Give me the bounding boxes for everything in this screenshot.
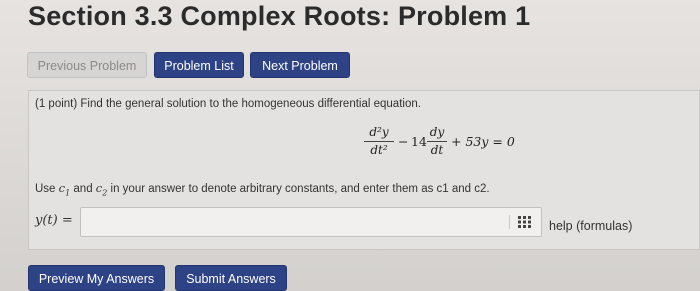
constant-c1: c1 bbox=[59, 181, 71, 197]
instructions-and: and bbox=[70, 183, 96, 195]
fraction-denominator: dt² bbox=[364, 141, 394, 158]
previous-problem-button: Previous Problem bbox=[27, 52, 147, 78]
page-title: Section 3.3 Complex Roots: Problem 1 bbox=[28, 1, 531, 31]
problem-list-button[interactable]: Problem List bbox=[154, 52, 244, 78]
answer-instructions: Use c1 and c2 in your answer to denote a… bbox=[35, 181, 490, 197]
answer-label: y(t) = bbox=[35, 213, 73, 228]
second-derivative-fraction: d²y dt² bbox=[364, 124, 394, 158]
equation-minus: − bbox=[398, 134, 409, 149]
page: Section 3.3 Complex Roots: Problem 1 Pre… bbox=[0, 0, 700, 291]
fraction-denominator: dt bbox=[427, 141, 447, 158]
preview-answers-button[interactable]: Preview My Answers bbox=[28, 265, 165, 291]
answer-input[interactable] bbox=[80, 207, 542, 237]
instructions-pre: Use bbox=[35, 183, 59, 195]
help-formulas-link[interactable]: help (formulas) bbox=[549, 219, 632, 233]
next-problem-button[interactable]: Next Problem bbox=[250, 52, 350, 78]
differential-equation: d²y dt² − 14 dy dt + 53y = 0 bbox=[360, 122, 530, 166]
submit-answers-button[interactable]: Submit Answers bbox=[175, 265, 287, 291]
fraction-numerator: dy bbox=[429, 125, 445, 139]
constant-c2: c2 bbox=[96, 181, 108, 197]
equation-coefficient: 14 bbox=[411, 134, 427, 149]
equation-remainder: + 53y = 0 bbox=[451, 134, 515, 149]
first-derivative-fraction: dy dt bbox=[427, 124, 447, 158]
keypad-grid-icon[interactable] bbox=[509, 215, 539, 229]
fraction-numerator: d²y bbox=[369, 125, 389, 139]
instructions-post: in your answer to denote arbitrary const… bbox=[107, 183, 490, 195]
problem-statement: (1 point) Find the general solution to t… bbox=[35, 98, 421, 110]
